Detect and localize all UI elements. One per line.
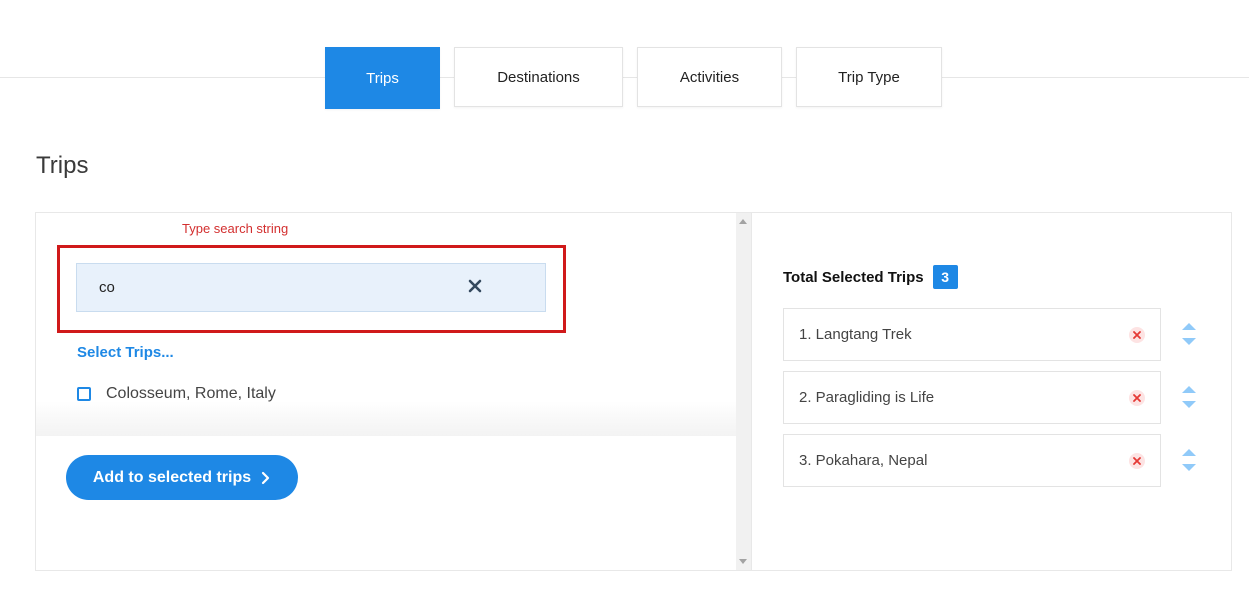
remove-icon[interactable]	[1129, 453, 1145, 469]
reorder-handle-icon[interactable]	[1182, 323, 1196, 349]
chevron-right-icon	[262, 471, 270, 484]
selected-trip-item: 3. Pokahara, Nepal	[783, 434, 1161, 487]
panel-divider	[751, 213, 752, 570]
tabs-divider-line	[0, 77, 1249, 78]
reorder-handle-icon[interactable]	[1182, 449, 1196, 475]
selected-trip-label: 1. Langtang Trek	[799, 326, 912, 343]
scroll-up-arrow-icon[interactable]	[739, 219, 747, 224]
search-field	[76, 263, 546, 312]
trip-selector: Type search string Select Trips... Colos…	[36, 213, 736, 570]
add-to-selected-trips-button[interactable]: Add to selected trips	[66, 455, 298, 500]
trips-panel: Type search string Select Trips... Colos…	[35, 212, 1232, 571]
remove-icon[interactable]	[1129, 327, 1145, 343]
tab-destinations[interactable]: Destinations	[454, 47, 623, 107]
checkbox[interactable]	[77, 387, 91, 401]
annotation-text: Type search string	[182, 221, 289, 236]
reorder-handle-icon[interactable]	[1182, 386, 1196, 412]
count-badge: 3	[932, 265, 958, 289]
list-fade-overlay	[36, 401, 736, 436]
search-input[interactable]	[77, 264, 457, 311]
tab-activities[interactable]: Activities	[637, 47, 782, 107]
scroll-down-arrow-icon[interactable]	[739, 559, 747, 564]
select-trips-label: Select Trips...	[77, 344, 174, 361]
scrollbar[interactable]	[736, 213, 751, 570]
close-icon[interactable]	[467, 278, 483, 294]
tab-trips[interactable]: Trips	[325, 47, 440, 109]
tab-trip-type[interactable]: Trip Type	[796, 47, 942, 107]
selected-trip-item: 2. Paragliding is Life	[783, 371, 1161, 424]
selected-trip-label: 3. Pokahara, Nepal	[799, 452, 928, 469]
remove-icon[interactable]	[1129, 390, 1145, 406]
selected-trips-header: Total Selected Trips 3	[783, 265, 958, 289]
selected-trip-label: 2. Paragliding is Life	[799, 389, 935, 406]
selected-trip-item: 1. Langtang Trek	[783, 308, 1161, 361]
page-title: Trips	[36, 152, 89, 179]
add-button-label: Add to selected trips	[92, 468, 252, 486]
selected-trips-title: Total Selected Trips	[783, 268, 924, 286]
